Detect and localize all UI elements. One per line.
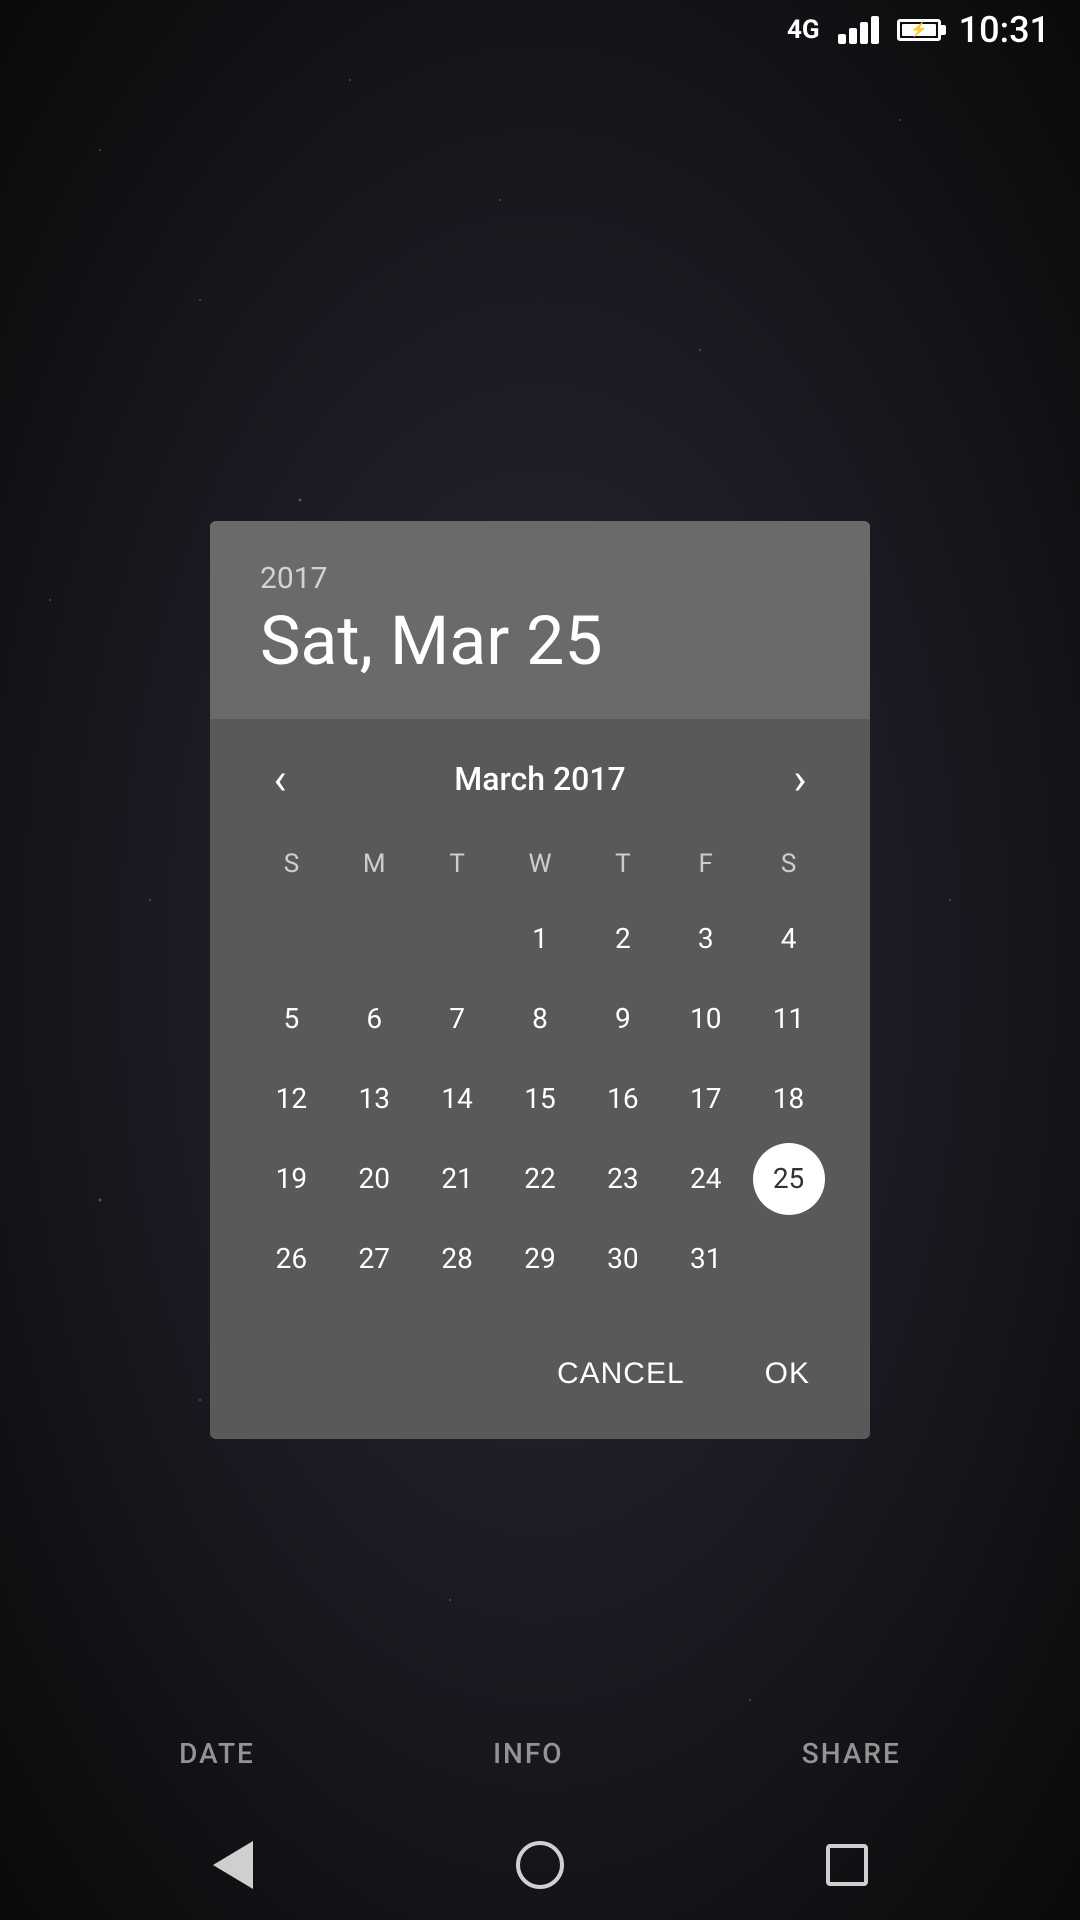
bottom-tabs: DATE INFO SHARE — [0, 1707, 1080, 1800]
cal-day-6[interactable]: 6 — [333, 979, 416, 1059]
cal-day-10[interactable]: 10 — [664, 979, 747, 1059]
back-button[interactable] — [203, 1835, 263, 1895]
cal-day-23[interactable]: 23 — [581, 1139, 664, 1219]
cal-day-1[interactable]: 1 — [499, 899, 582, 979]
cal-day-18[interactable]: 18 — [747, 1059, 830, 1139]
cal-day-20[interactable]: 20 — [333, 1139, 416, 1219]
home-icon — [516, 1841, 564, 1889]
cal-day-31[interactable]: 31 — [664, 1219, 747, 1299]
cal-day-4[interactable]: 4 — [747, 899, 830, 979]
signal-bar-4 — [871, 16, 879, 44]
day-header-mon: M — [333, 839, 416, 889]
cal-day-21[interactable]: 21 — [416, 1139, 499, 1219]
cal-day-30[interactable]: 30 — [581, 1219, 664, 1299]
cal-day-2[interactable]: 2 — [581, 899, 664, 979]
signal-bar-2 — [849, 28, 857, 44]
cal-day-7[interactable]: 7 — [416, 979, 499, 1059]
battery-bolt-icon: ⚡ — [910, 22, 927, 38]
network-indicator: 4G — [787, 15, 820, 45]
cal-day-3[interactable]: 3 — [664, 899, 747, 979]
tab-share[interactable]: SHARE — [782, 1727, 921, 1780]
day-header-sat: S — [747, 839, 830, 889]
month-year-label: March 2017 — [454, 760, 625, 798]
cal-day-28[interactable]: 28 — [416, 1219, 499, 1299]
cal-day-9[interactable]: 9 — [581, 979, 664, 1059]
cal-day-5[interactable]: 5 — [250, 979, 333, 1059]
status-time: 10:31 — [959, 9, 1050, 51]
selected-year: 2017 — [260, 561, 820, 596]
cal-day-29[interactable]: 29 — [499, 1219, 582, 1299]
day-header-sun: S — [250, 839, 333, 889]
cancel-button[interactable]: CANCEL — [527, 1339, 715, 1409]
cal-day-27[interactable]: 27 — [333, 1219, 416, 1299]
month-navigation: ‹ March 2017 › — [250, 749, 830, 809]
cal-day-empty — [250, 899, 333, 979]
tab-date[interactable]: DATE — [159, 1727, 275, 1780]
calendar-grid: 1 2 3 4 5 6 7 8 9 10 11 12 13 14 15 16 1… — [250, 899, 830, 1299]
cal-day-26[interactable]: 26 — [250, 1219, 333, 1299]
cal-day-14[interactable]: 14 — [416, 1059, 499, 1139]
ok-button[interactable]: OK — [735, 1339, 840, 1409]
cal-day-empty — [416, 899, 499, 979]
battery-indicator: ⚡ — [897, 19, 941, 41]
day-header-tue: T — [416, 839, 499, 889]
next-month-button[interactable]: › — [770, 749, 830, 809]
signal-bar-3 — [860, 22, 868, 44]
day-header-thu: T — [581, 839, 664, 889]
back-icon — [213, 1841, 253, 1889]
status-bar: 4G ⚡ 10:31 — [0, 0, 1080, 60]
cal-day-empty — [333, 899, 416, 979]
day-header-fri: F — [664, 839, 747, 889]
cal-day-22[interactable]: 22 — [499, 1139, 582, 1219]
tab-info[interactable]: INFO — [473, 1727, 584, 1780]
day-headers: S M T W T F S — [250, 839, 830, 889]
cal-day-11[interactable]: 11 — [747, 979, 830, 1059]
cal-day-19[interactable]: 19 — [250, 1139, 333, 1219]
cal-day-13[interactable]: 13 — [333, 1059, 416, 1139]
recents-button[interactable] — [817, 1835, 877, 1895]
cal-day-17[interactable]: 17 — [664, 1059, 747, 1139]
signal-bar-1 — [838, 34, 846, 44]
recents-icon — [826, 1844, 868, 1886]
cal-day-12[interactable]: 12 — [250, 1059, 333, 1139]
dialog-actions: CANCEL OK — [210, 1319, 870, 1439]
cal-day-8[interactable]: 8 — [499, 979, 582, 1059]
cal-day-25[interactable]: 25 — [753, 1143, 825, 1215]
prev-month-button[interactable]: ‹ — [250, 749, 310, 809]
calendar-body: ‹ March 2017 › S M T W T F S 1 2 — [210, 719, 870, 1319]
system-nav — [0, 1810, 1080, 1920]
selected-date: Sat, Mar 25 — [260, 604, 820, 679]
cal-day-24[interactable]: 24 — [664, 1139, 747, 1219]
signal-strength — [838, 16, 879, 44]
cal-day-empty — [747, 1219, 830, 1299]
day-header-wed: W — [499, 839, 582, 889]
date-picker-dialog: 2017 Sat, Mar 25 ‹ March 2017 › S M T W … — [210, 521, 870, 1439]
dialog-overlay: 2017 Sat, Mar 25 ‹ March 2017 › S M T W … — [0, 60, 1080, 1920]
cal-day-15[interactable]: 15 — [499, 1059, 582, 1139]
home-button[interactable] — [510, 1835, 570, 1895]
dialog-header: 2017 Sat, Mar 25 — [210, 521, 870, 719]
cal-day-16[interactable]: 16 — [581, 1059, 664, 1139]
